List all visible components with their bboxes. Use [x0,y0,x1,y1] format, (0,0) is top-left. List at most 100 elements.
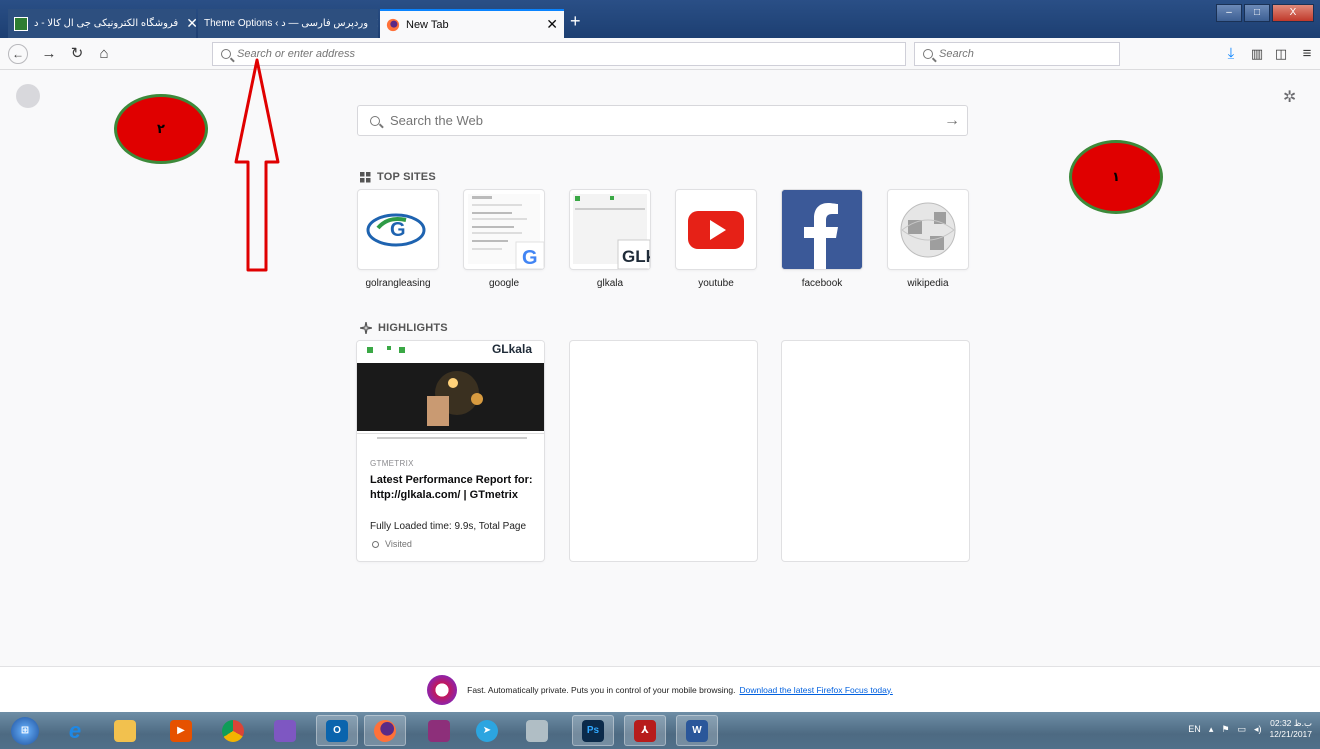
tab-title: New Tab [406,18,449,31]
download-icon[interactable]: ⤓ [1222,45,1240,63]
annotation-badge-2: ۲ [114,94,208,164]
taskbar-explorer[interactable] [104,715,146,746]
volume-icon[interactable]: ◂) [1254,724,1262,735]
sidebar-icon[interactable]: ◫ [1272,45,1290,63]
tab-new-tab[interactable]: New Tab ✕ [380,9,564,38]
address-bar[interactable] [212,42,906,66]
highlights-heading: HIGHLIGHTS [360,322,448,334]
taskbar-word[interactable]: W [676,715,718,746]
search-icon [221,49,231,59]
clock-time: 02:32 ب.ظ [1270,718,1312,728]
top-site-youtube[interactable] [676,190,756,269]
acrobat-icon: ⅄ [634,719,656,742]
google-thumbnail-icon: G [468,194,544,269]
taskbar-telegram[interactable]: ➤ [466,715,508,746]
address-input[interactable] [237,48,905,60]
highlight-description: Fully Loaded time: 9.9s, Total Page [370,521,527,532]
facebook-logo-icon [782,190,862,269]
telegram-icon: ➤ [476,719,498,742]
back-icon[interactable]: ← [8,44,28,64]
taskbar-ie[interactable]: e [54,715,96,746]
tab-glkala-store[interactable]: فروشگاه الکترونیکی جی ال کالا - د ✕ [8,9,196,38]
gear-icon[interactable]: ✲ [1283,87,1296,107]
search-input[interactable] [939,48,1119,60]
taskbar-firefox[interactable] [364,715,406,746]
close-tab-icon[interactable]: ✕ [538,16,558,33]
minimize-button[interactable]: – [1216,4,1242,22]
top-site-google[interactable]: G [464,190,544,269]
top-site-label: youtube [698,278,734,289]
windows-start-icon: ⊞ [11,716,39,745]
taskbar-outlook[interactable]: O [316,715,358,746]
close-window-button[interactable]: X [1272,4,1314,22]
forward-icon[interactable]: → [40,45,58,63]
search-submit-arrow-icon[interactable]: → [937,112,967,130]
tab-theme-options[interactable]: Theme Options ‹ وردپرس فارسی — د ✕ [198,9,378,38]
top-site-golrangleasing[interactable]: G [358,190,438,269]
reload-icon[interactable]: ↻ [68,45,86,63]
focus-promo-text: Fast. Automatically private. Puts you in… [467,684,736,695]
glkala-thumbnail-icon: GLk [573,194,650,269]
new-tab-button[interactable]: + [570,12,581,30]
maximize-button[interactable]: □ [1244,4,1270,22]
glkala-favicon-icon [14,16,28,31]
tab-title: Theme Options ‹ وردپرس فارسی — د [204,18,369,29]
cube-app-icon [274,719,296,742]
annotation-arrow-icon [234,58,280,272]
focus-download-link[interactable]: Download the latest Firefox Focus today. [739,685,892,695]
menu-icon[interactable]: ≡ [1298,45,1316,63]
taskbar-media-player[interactable]: ▶ [160,715,202,746]
taskbar-acrobat[interactable]: ⅄ [624,715,666,746]
annotation-badge-1: ۱ [1069,140,1163,214]
web-search-input[interactable] [390,113,937,128]
folder-icon [114,719,136,742]
taskbar-paint[interactable] [516,715,558,746]
close-tab-icon[interactable]: ✕ [178,15,196,32]
tab-title: فروشگاه الکترونیکی جی ال کالا - د [34,18,179,29]
language-indicator[interactable]: EN [1188,724,1201,734]
flag-icon[interactable]: ⚑ [1221,724,1229,735]
top-site-facebook[interactable] [782,190,862,269]
highlight-card-gtmetrix[interactable]: GLkala GTMETRIX Latest Performance Repor… [357,341,544,561]
word-icon: W [686,719,708,742]
svg-text:G: G [522,247,538,269]
top-site-label: wikipedia [907,278,949,289]
start-button[interactable]: ⊞ [4,715,46,746]
firefox-focus-promo: Fast. Automatically private. Puts you in… [0,666,1320,712]
firefox-focus-logo-icon [427,674,458,705]
home-icon[interactable]: ⌂ [95,45,113,63]
highlight-title: Latest Performance Report for: http://gl… [370,474,533,501]
network-icon[interactable]: ▴ [1209,724,1214,735]
firefox-icon [374,719,396,742]
winrar-icon [428,719,450,742]
clock-date: 12/21/2017 [1269,729,1312,739]
taskbar-photoshop[interactable]: Ps [572,715,614,746]
highlight-source: GTMETRIX [370,459,414,468]
photoshop-icon: Ps [582,719,604,742]
media-player-icon: ▶ [170,719,192,742]
grid-icon [360,171,371,182]
highlights-sparkle-icon [360,322,372,334]
web-search-box[interactable]: → [357,105,968,136]
firefox-logo-icon [16,84,40,108]
svg-text:GLk: GLk [622,247,650,266]
navigation-toolbar: ← → ↻ ⌂ ⤓ ▥ ◫ ≡ [0,38,1320,70]
library-icon[interactable]: ▥ [1248,45,1266,63]
firefox-favicon-icon [386,18,400,31]
top-site-glkala[interactable]: GLk [570,190,650,269]
top-sites-heading: TOP SITES [360,171,436,183]
search-bar[interactable] [914,42,1120,66]
top-site-wikipedia[interactable] [888,190,968,269]
close-tab-icon[interactable]: ✕ [368,15,378,32]
window-controls: – □ X [1216,4,1314,22]
taskbar-app-cube[interactable] [264,715,306,746]
internet-explorer-icon: e [68,717,82,743]
tab-strip: فروشگاه الکترونیکی جی ال کالا - د ✕ Them… [0,0,1320,38]
highlight-status: Visited [372,539,412,549]
battery-icon[interactable]: ▭ [1237,724,1246,735]
taskbar-winrar[interactable] [418,715,460,746]
wikipedia-globe-icon [900,202,956,258]
clock[interactable]: 02:32 ب.ظ 12/21/2017 [1269,718,1312,740]
new-tab-page: ✲ → TOP SITES G G [0,71,1320,666]
taskbar-chrome[interactable] [212,715,254,746]
